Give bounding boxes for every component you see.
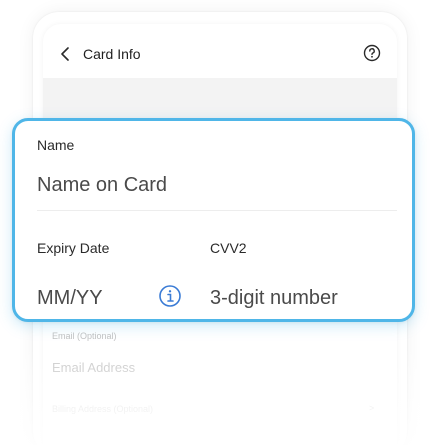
back-icon[interactable]	[55, 43, 77, 65]
name-on-card-input[interactable]	[37, 171, 377, 199]
chevron-right-icon: >	[369, 403, 375, 413]
header-bar: Card Info	[55, 34, 389, 74]
page-title: Card Info	[83, 46, 141, 62]
email-label: Email (Optional)	[52, 331, 117, 341]
name-label: Name	[37, 137, 75, 153]
field-divider	[37, 210, 397, 211]
expiry-date-input[interactable]	[37, 284, 157, 312]
billing-address-row[interactable]: Billing Address (Optional)	[52, 404, 372, 414]
cvv-input[interactable]	[210, 284, 400, 312]
info-icon[interactable]	[158, 284, 182, 308]
cvv-label: CVV2	[210, 240, 247, 256]
card-details-form: Name Expiry Date CVV2	[12, 118, 415, 322]
expiry-date-label: Expiry Date	[37, 240, 110, 256]
help-icon[interactable]	[363, 44, 381, 62]
email-input[interactable]: Email Address	[52, 360, 372, 375]
